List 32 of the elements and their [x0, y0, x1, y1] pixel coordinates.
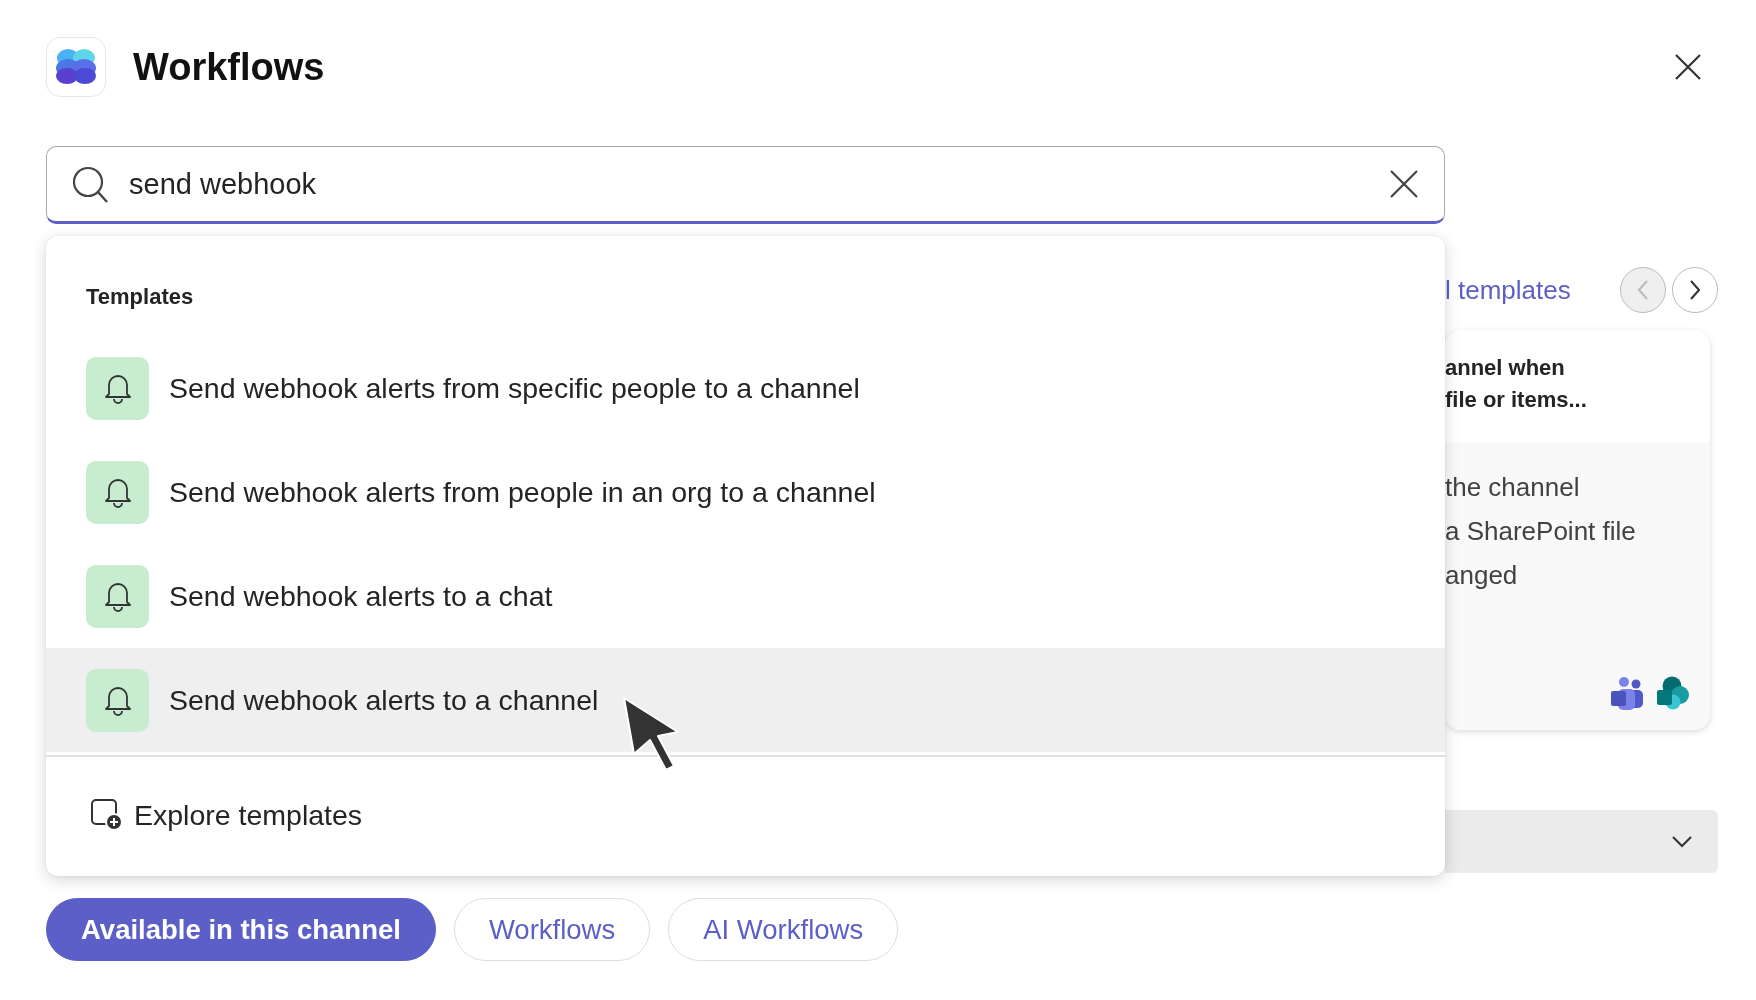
template-item[interactable]: Send webhook alerts from people in an org to a channel — [46, 440, 1445, 544]
window-title: Workflows — [133, 45, 326, 89]
card-title-line: annel when — [1445, 354, 1566, 382]
chevron-right-icon — [1690, 280, 1700, 300]
card-description-line: a SharePoint file — [1445, 515, 1637, 548]
explore-templates-button[interactable]: Explore templates — [90, 798, 363, 832]
next-button[interactable] — [1672, 267, 1718, 313]
people-app-icon — [1610, 676, 1644, 710]
template-item[interactable]: Send webhook alerts to a chat — [46, 544, 1445, 648]
template-item[interactable]: Send webhook alerts from specific people to a channel — [46, 336, 1445, 440]
circles-app-icon — [1656, 676, 1690, 710]
filter-tab[interactable]: Available in this channel — [46, 898, 436, 961]
close-icon[interactable] — [1674, 53, 1702, 81]
filter-tab[interactable]: AI Workflows — [668, 898, 899, 961]
bell-icon — [86, 460, 149, 524]
section-heading: Templates — [85, 286, 195, 308]
chevron-left-icon — [1638, 280, 1648, 300]
bell-icon — [86, 564, 149, 628]
filter-tab[interactable]: Workflows — [453, 898, 651, 961]
template-item[interactable]: Send webhook alerts to a channel — [46, 648, 1445, 752]
templates-link[interactable]: l templates — [1445, 274, 1614, 306]
bell-icon — [86, 356, 149, 420]
add-template-icon — [90, 798, 124, 832]
app-logo-icon — [46, 37, 106, 97]
card-description-line: the channel — [1445, 471, 1581, 504]
search-icon — [72, 166, 108, 204]
clear-icon[interactable] — [1389, 169, 1419, 199]
card-description-line: anged — [1445, 559, 1519, 592]
bell-icon — [86, 668, 149, 732]
card-title-line: file or items... — [1445, 386, 1588, 414]
search-field[interactable]: send webhook — [46, 146, 1445, 224]
chevron-down-icon — [1672, 835, 1692, 848]
